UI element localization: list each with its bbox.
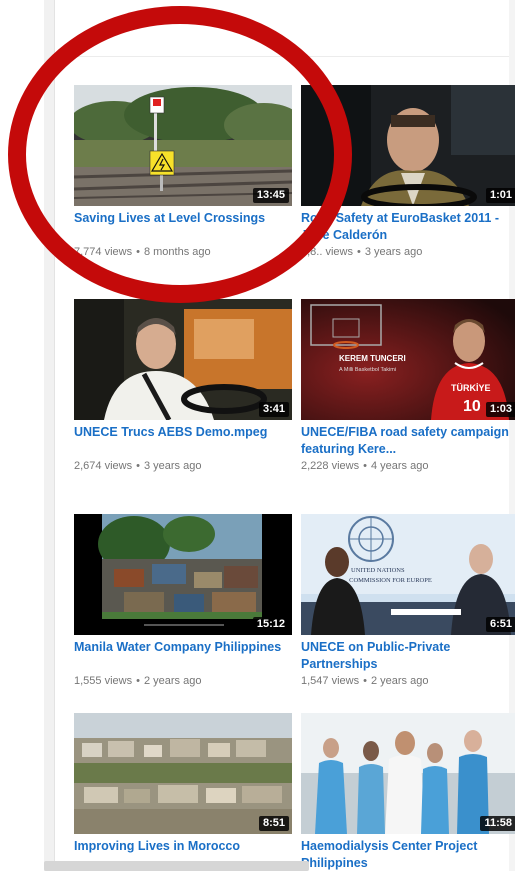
duration-badge: 1:03	[485, 402, 515, 417]
meta-separator: •	[136, 246, 140, 258]
meta-separator: •	[363, 675, 367, 687]
meta-separator: •	[136, 675, 140, 687]
video-thumbnail[interactable]: 11:58	[301, 713, 515, 834]
duration-badge: 3:41	[258, 402, 289, 417]
player-subtitle-overlay: A Milli Basketbol Takimi	[339, 367, 396, 373]
video-card[interactable]: 15:12 Manila Water Company Philippines 1…	[74, 514, 292, 689]
view-count: 7,774 views	[74, 246, 133, 258]
view-count: 5,8.. views	[301, 246, 353, 258]
video-title-link[interactable]: Manila Water Company Philippines	[74, 639, 284, 673]
video-card[interactable]: 11:58 Haemodialysis Center Project Phili…	[301, 713, 515, 872]
meta-separator: •	[363, 460, 367, 472]
duration-badge: 8:51	[258, 816, 289, 831]
upload-age: 4 years ago	[370, 460, 429, 472]
video-thumbnail[interactable]: UNITED NATIONS … COMMISSION FOR EUROPE 6…	[301, 514, 515, 635]
video-thumbnail[interactable]: 15:12	[74, 514, 292, 635]
video-card[interactable]: KEREM TUNCERI A Milli Basketbol Takimi T…	[301, 299, 515, 474]
duration-badge: 13:45	[252, 188, 289, 203]
video-thumbnail[interactable]: 3:41	[74, 299, 292, 420]
video-title-link[interactable]: UNECE/FIBA road safety campaign featurin…	[301, 424, 511, 458]
video-meta: 7,774 views • 8 months ago	[74, 244, 292, 260]
view-count: 1,547 views	[301, 675, 360, 687]
video-meta: 1,555 views • 2 years ago	[74, 673, 292, 689]
video-card[interactable]: UNITED NATIONS … COMMISSION FOR EUROPE 6…	[301, 514, 515, 689]
video-grid: 13:45 Saving Lives at Level Crossings 7,…	[0, 0, 515, 871]
video-title-link[interactable]: UNECE Trucs AEBS Demo.mpeg	[74, 424, 284, 458]
video-card[interactable]: 8:51 Improving Lives in Morocco	[74, 713, 292, 872]
view-count: 2,674 views	[74, 460, 133, 472]
upload-age: 2 years ago	[143, 675, 202, 687]
view-count: 1,555 views	[74, 675, 133, 687]
video-meta: 2,674 views • 3 years ago	[74, 458, 292, 474]
duration-badge: 15:12	[252, 617, 289, 632]
svg-text:UNITED NATIONS: UNITED NATIONS	[351, 567, 405, 574]
player-name-overlay: KEREM TUNCERI	[339, 354, 406, 363]
svg-text:10: 10	[463, 398, 481, 415]
video-thumbnail[interactable]: 13:45	[74, 85, 292, 206]
duration-badge: 1:01	[485, 188, 515, 203]
video-thumbnail[interactable]: 8:51	[74, 713, 292, 834]
video-meta: 2,228 views • 4 years ago	[301, 458, 515, 474]
meta-separator: •	[356, 246, 361, 258]
view-count: 2,228 views	[301, 460, 360, 472]
duration-badge: 6:51	[485, 617, 515, 632]
interview-studio-image: UNITED NATIONS … COMMISSION FOR EUROPE	[301, 514, 515, 635]
horizontal-scrollbar[interactable]	[44, 861, 309, 871]
video-card[interactable]: 13:45 Saving Lives at Level Crossings 7,…	[74, 85, 292, 260]
upload-age: 3 years ago	[364, 246, 423, 258]
video-title-link[interactable]: Haemodialysis Center Project Philippines	[301, 838, 511, 872]
meta-separator: •	[136, 460, 140, 472]
video-meta: 5,8.. views • 3 years ago	[301, 244, 515, 260]
upload-age: 3 years ago	[143, 460, 202, 472]
video-card[interactable]: 3:41 UNECE Trucs AEBS Demo.mpeg 2,674 vi…	[74, 299, 292, 474]
video-title-link[interactable]: Saving Lives at Level Crossings	[74, 210, 284, 244]
svg-text:TÜRKİYE: TÜRKİYE	[451, 383, 491, 393]
video-title-link[interactable]: UNECE on Public-Private Partnerships	[301, 639, 511, 673]
man-in-car-image	[301, 85, 515, 206]
svg-text:… COMMISSION FOR EUROPE: … COMMISSION FOR EUROPE	[341, 577, 432, 584]
video-thumbnail[interactable]: 1:01	[301, 85, 515, 206]
upload-age: 8 months ago	[143, 246, 211, 258]
basketball-player-image: KEREM TUNCERI A Milli Basketbol Takimi T…	[301, 299, 515, 420]
upload-age: 2 years ago	[370, 675, 429, 687]
video-thumbnail[interactable]: KEREM TUNCERI A Milli Basketbol Takimi T…	[301, 299, 515, 420]
video-card[interactable]: 1:01 Road Safety at EuroBasket 2011 - Jo…	[301, 85, 515, 260]
duration-badge: 11:58	[480, 816, 515, 831]
video-meta: 1,547 views • 2 years ago	[301, 673, 515, 689]
video-title-link[interactable]: Road Safety at EuroBasket 2011 - José Ca…	[301, 210, 511, 244]
